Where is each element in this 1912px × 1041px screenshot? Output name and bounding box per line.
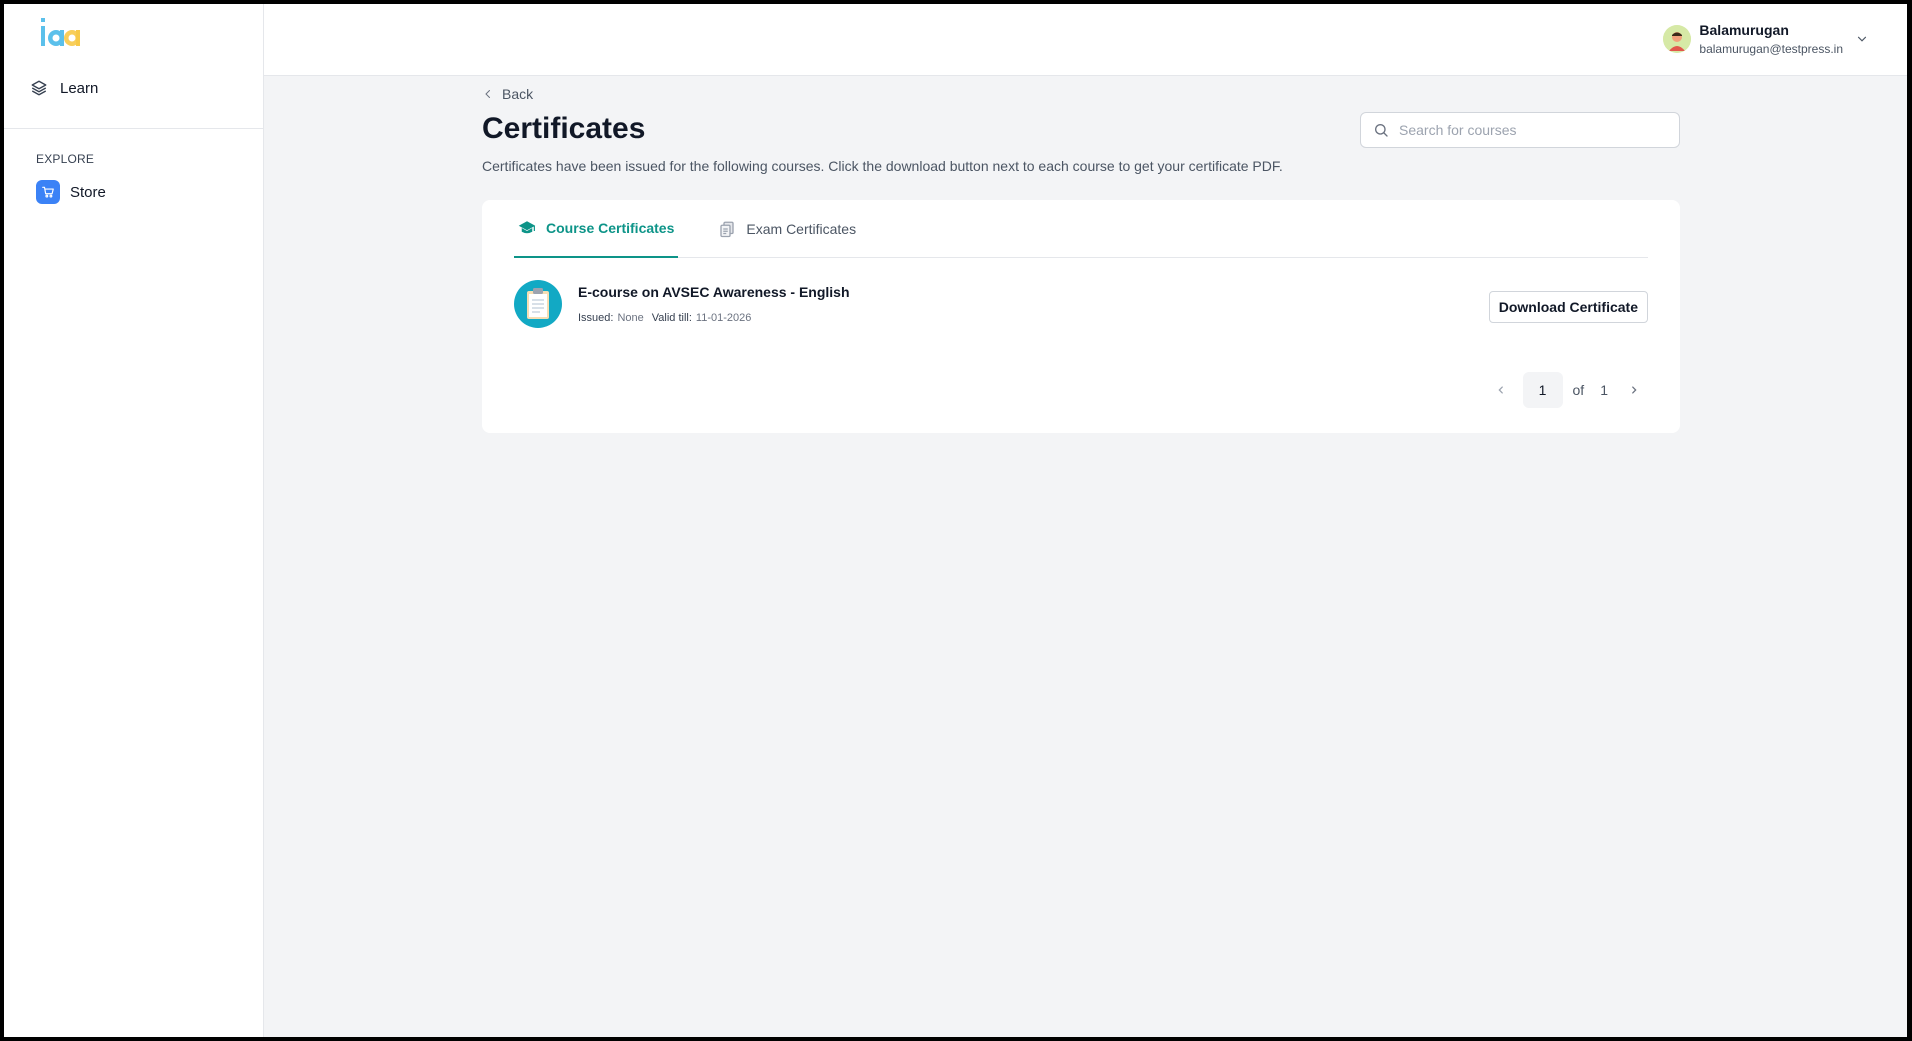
total-pages: 1 xyxy=(1600,382,1608,398)
cart-icon xyxy=(36,180,60,204)
clipboard-icon xyxy=(514,280,562,328)
page-of-label: of xyxy=(1572,382,1585,398)
user-menu[interactable]: Balamurugan balamurugan@testpress.in xyxy=(1663,22,1869,56)
chevron-left-icon xyxy=(1497,386,1503,394)
valid-till-label: Valid till: xyxy=(651,312,692,324)
back-label: Back xyxy=(502,86,534,102)
back-link[interactable]: Back xyxy=(482,86,533,102)
sidebar-divider xyxy=(4,128,264,129)
section-label-explore: EXPLORE xyxy=(36,152,95,166)
current-page[interactable]: 1 xyxy=(1522,372,1563,408)
page-description: Certificates have been issued for the fo… xyxy=(482,158,1283,174)
sidebar-item-store[interactable]: Store xyxy=(36,180,106,204)
search-icon xyxy=(1375,124,1388,137)
certificates-card: Course Certificates Exam Certificates E-… xyxy=(482,200,1680,433)
top-header: Balamurugan balamurugan@testpress.in xyxy=(264,4,1907,76)
list-item: E-course on AVSEC Awareness - English Is… xyxy=(514,280,1648,332)
prev-page-button[interactable] xyxy=(1487,376,1515,404)
user-email: balamurugan@testpress.in xyxy=(1699,42,1843,56)
sidebar-item-label: Store xyxy=(70,183,106,201)
user-name: Balamurugan xyxy=(1699,22,1789,38)
chevron-right-icon xyxy=(1632,386,1637,394)
tab-exam-certificates[interactable]: Exam Certificates xyxy=(714,200,860,258)
sidebar-item-label: Learn xyxy=(60,79,99,97)
search-box[interactable] xyxy=(1360,112,1680,148)
layers-icon xyxy=(31,80,47,96)
pagination: 1 of 1 xyxy=(1487,372,1648,408)
tab-label: Exam Certificates xyxy=(746,221,857,237)
issued-value: None xyxy=(617,312,644,324)
sidebar: Learn EXPLORE Store xyxy=(4,4,264,1037)
chevron-down-icon[interactable] xyxy=(1855,32,1869,46)
logo[interactable] xyxy=(38,16,86,52)
course-title: E-course on AVSEC Awareness - English xyxy=(578,284,850,300)
chevron-left-icon xyxy=(485,90,490,98)
download-certificate-button[interactable]: Download Certificate xyxy=(1488,291,1648,323)
search-input[interactable] xyxy=(1399,122,1669,138)
graduation-cap-icon xyxy=(518,221,536,234)
issued-label: Issued: xyxy=(578,312,614,324)
next-page-button[interactable] xyxy=(1620,376,1648,404)
tab-course-certificates[interactable]: Course Certificates xyxy=(514,200,679,258)
course-meta: Issued: None Valid till: 11-01-2026 xyxy=(578,312,751,324)
avatar xyxy=(1663,25,1692,53)
tab-label: Course Certificates xyxy=(546,220,675,236)
document-copy-icon xyxy=(720,221,735,238)
app-window: Learn EXPLORE Store Balamurugan balamuru… xyxy=(4,4,1907,1037)
page-title: Certificates xyxy=(482,112,646,145)
certificate-tabs: Course Certificates Exam Certificates xyxy=(514,200,1648,258)
sidebar-item-learn[interactable]: Learn xyxy=(30,74,98,102)
valid-till-value: 11-01-2026 xyxy=(695,312,752,324)
